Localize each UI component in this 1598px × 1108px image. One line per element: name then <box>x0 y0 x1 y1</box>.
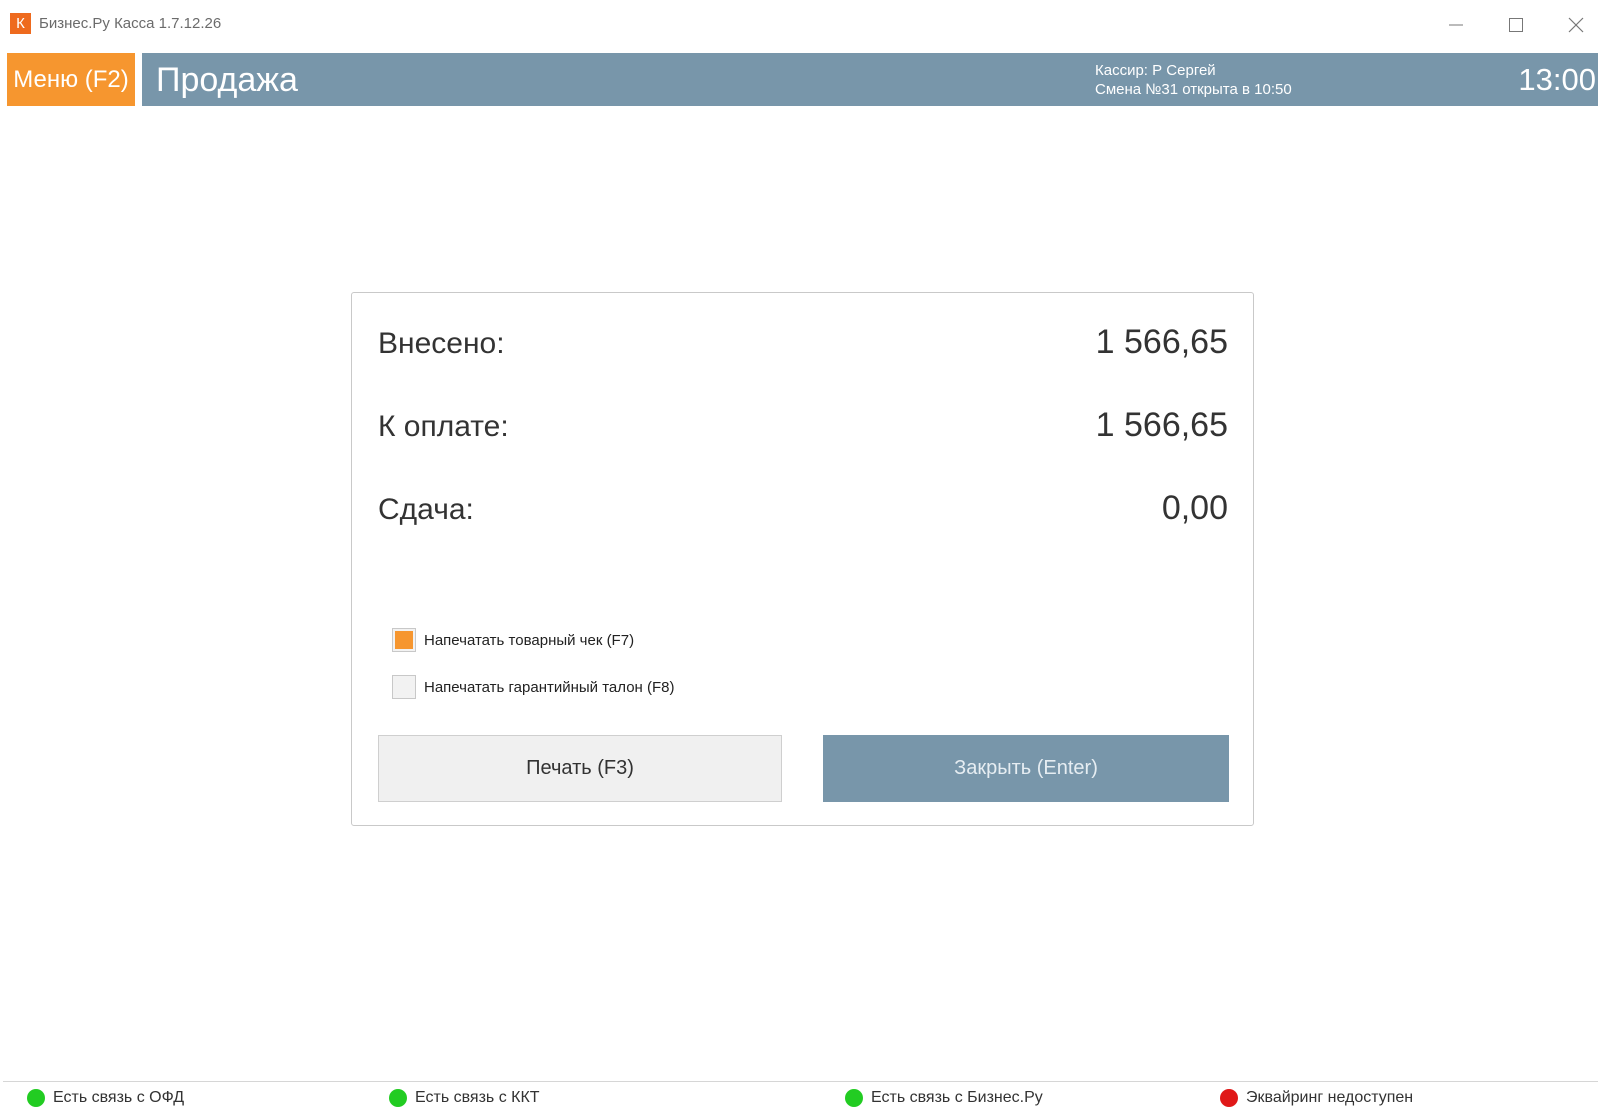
checkbox-checked-fill <box>395 631 413 649</box>
paid-row: Внесено: 1 566,65 <box>378 323 1228 367</box>
page-title: Продажа <box>156 61 298 99</box>
print-receipt-option[interactable]: Напечатать товарный чек (F7) <box>392 626 634 654</box>
print-receipt-checkbox[interactable] <box>392 628 416 652</box>
status-ofd-label: Есть связь с ОФД <box>53 1089 185 1106</box>
menu-button[interactable]: Меню (F2) <box>7 53 135 106</box>
minimize-button[interactable] <box>1436 10 1476 40</box>
paid-value: 1 566,65 <box>1095 323 1228 361</box>
maximize-icon <box>1509 18 1523 32</box>
maximize-button[interactable] <box>1496 10 1536 40</box>
status-acquiring-label: Эквайринг недоступен <box>1246 1089 1414 1106</box>
shift-info: Смена №31 открыта в 10:50 <box>1095 81 1292 98</box>
due-row: К оплате: 1 566,65 <box>378 406 1228 450</box>
print-warranty-label[interactable]: Напечатать гарантийный талон (F8) <box>424 679 674 696</box>
status-business-ru-label: Есть связь с Бизнес.Ру <box>871 1089 1043 1106</box>
print-warranty-option[interactable]: Напечатать гарантийный талон (F8) <box>392 673 674 701</box>
app-logo-icon: К <box>10 13 31 34</box>
print-receipt-label[interactable]: Напечатать товарный чек (F7) <box>424 632 634 649</box>
status-business-ru: Есть связь с Бизнес.Ру <box>845 1088 1043 1108</box>
status-ofd: Есть связь с ОФД <box>27 1088 184 1108</box>
status-acquiring: Эквайринг недоступен <box>1220 1088 1413 1108</box>
status-ok-icon <box>27 1089 45 1107</box>
change-label: Сдача: <box>378 493 474 526</box>
change-row: Сдача: 0,00 <box>378 489 1228 533</box>
paid-label: Внесено: <box>378 327 505 360</box>
cashier-name: Кассир: Р Сергей <box>1095 62 1216 79</box>
window-title: Бизнес.Ру Касса 1.7.12.26 <box>39 15 222 32</box>
print-button[interactable]: Печать (F3) <box>378 735 782 802</box>
status-kkt-label: Есть связь с ККТ <box>415 1089 540 1106</box>
due-label: К оплате: <box>378 410 509 443</box>
close-window-button[interactable] <box>1556 10 1596 40</box>
change-value: 0,00 <box>1161 489 1228 527</box>
close-button[interactable]: Закрыть (Enter) <box>823 735 1229 802</box>
payment-panel: Внесено: 1 566,65 К оплате: 1 566,65 Сда… <box>351 292 1254 826</box>
print-warranty-checkbox[interactable] <box>392 675 416 699</box>
status-bar: Есть связь с ОФД Есть связь с ККТ Есть с… <box>3 1081 1598 1108</box>
status-ok-icon <box>389 1089 407 1107</box>
cashier-info: Кассир: Р Сергей Смена №31 открыта в 10:… <box>1095 61 1292 99</box>
status-kkt: Есть связь с ККТ <box>389 1088 540 1108</box>
header-bar: Продажа Кассир: Р Сергей Смена №31 откры… <box>142 53 1598 106</box>
status-ok-icon <box>845 1089 863 1107</box>
status-error-icon <box>1220 1089 1238 1107</box>
clock: 13:00 <box>1518 62 1596 97</box>
due-value: 1 566,65 <box>1095 406 1228 444</box>
close-icon <box>1568 17 1584 33</box>
minimize-icon <box>1449 24 1463 26</box>
window-titlebar: К Бизнес.Ру Касса 1.7.12.26 <box>0 0 1598 50</box>
